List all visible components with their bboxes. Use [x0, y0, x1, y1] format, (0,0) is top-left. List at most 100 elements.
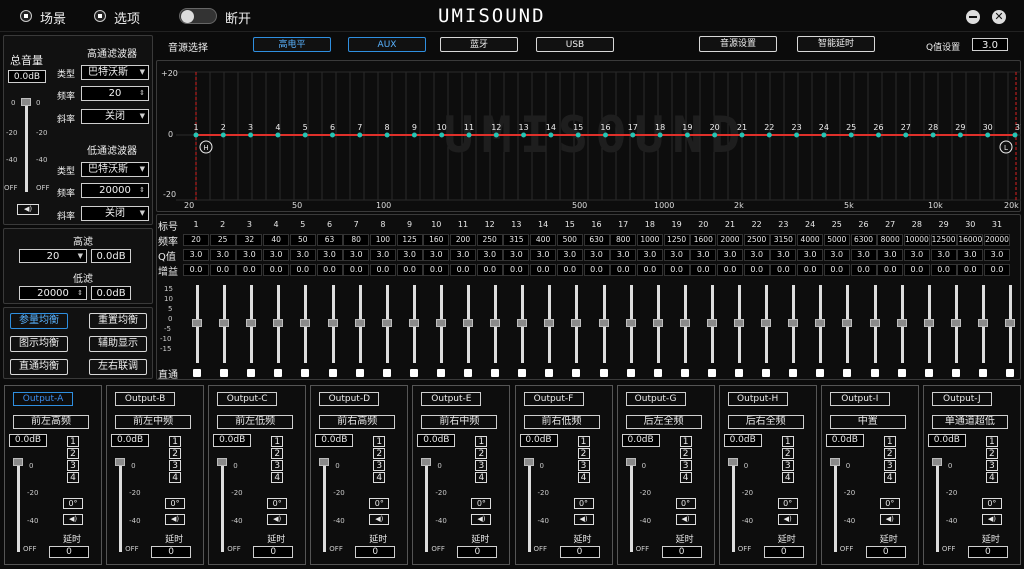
source-settings-button[interactable]: 音源设置	[699, 36, 777, 52]
eq-gain-cell[interactable]: 0.0	[183, 264, 209, 276]
low-filter-freq[interactable]: 20000 ⇕	[19, 286, 87, 300]
output-phase-button[interactable]: 0°	[981, 498, 1002, 509]
eq-q-cell[interactable]: 3.0	[209, 249, 236, 261]
output-mute-icon[interactable]: ◀)	[573, 514, 594, 525]
eq-band-point[interactable]	[739, 132, 745, 138]
output-name-button[interactable]: 中置	[829, 415, 906, 429]
eq-freq-cell[interactable]: 16000	[957, 234, 984, 246]
eq-band-point[interactable]	[712, 132, 718, 138]
eq-slider-knob[interactable]	[869, 319, 880, 327]
eq-gain-cell[interactable]: 0.0	[743, 264, 770, 276]
output-channel-1[interactable]: 1	[169, 436, 182, 447]
eq-freq-cell[interactable]: 20	[183, 234, 209, 246]
output-volume-knob[interactable]	[319, 458, 330, 466]
eq-band-point[interactable]	[575, 132, 581, 138]
output-channel-2[interactable]: 2	[985, 448, 998, 459]
output-volume-knob[interactable]	[625, 458, 636, 466]
output-gain-value[interactable]: 0.0dB	[723, 434, 762, 447]
eq-slider-knob[interactable]	[761, 319, 772, 327]
link-lr-button[interactable]: 左右联调	[89, 359, 147, 375]
eq-bypass-checkbox[interactable]	[518, 369, 527, 377]
eq-freq-cell[interactable]: 32	[236, 234, 263, 246]
eq-freq-cell[interactable]: 630	[583, 234, 610, 246]
output-channel-1[interactable]: 1	[679, 436, 692, 447]
scene-radio-icon[interactable]	[20, 10, 32, 22]
eq-band-point[interactable]	[957, 132, 963, 138]
output-volume-knob[interactable]	[829, 458, 840, 466]
connection-toggle[interactable]	[179, 8, 217, 24]
eq-q-cell[interactable]: 3.0	[663, 249, 690, 261]
output-title-button[interactable]: Output-F	[523, 392, 584, 406]
eq-band-point[interactable]	[657, 132, 663, 138]
eq-bypass-checkbox[interactable]	[355, 369, 364, 377]
eq-bypass-checkbox[interactable]	[464, 369, 472, 377]
eq-gain-cell[interactable]: 0.0	[450, 264, 476, 276]
output-name-button[interactable]: 前右高频	[319, 415, 396, 429]
eq-bypass-checkbox[interactable]	[816, 369, 825, 377]
eq-band-point[interactable]	[848, 132, 854, 138]
eq-gain-cell[interactable]: 0.0	[369, 264, 396, 276]
output-title-button[interactable]: Output-D	[319, 392, 380, 406]
output-volume-knob[interactable]	[931, 458, 942, 466]
hpf-freq-input[interactable]: 20 ⇕	[81, 86, 149, 101]
output-volume-knob[interactable]	[13, 458, 23, 466]
output-channel-3[interactable]: 3	[271, 460, 284, 471]
spinner-icon[interactable]: ⇕	[139, 184, 145, 197]
eq-bypass-checkbox[interactable]	[626, 369, 635, 377]
eq-slider-knob[interactable]	[734, 319, 744, 327]
output-channel-4[interactable]: 4	[169, 472, 182, 483]
eq-q-cell[interactable]: 3.0	[503, 249, 530, 261]
options-menu[interactable]: 选项	[114, 8, 140, 27]
scene-menu[interactable]: 场景	[40, 8, 66, 27]
eq-bypass-checkbox[interactable]	[789, 369, 798, 377]
output-channel-1[interactable]: 1	[373, 436, 386, 447]
eq-gain-cell[interactable]: 0.0	[690, 264, 717, 276]
options-radio-icon[interactable]	[94, 10, 106, 22]
eq-slider-knob[interactable]	[598, 319, 609, 327]
eq-q-cell[interactable]: 3.0	[690, 249, 717, 261]
output-delay-input[interactable]: 0	[661, 546, 702, 558]
eq-freq-cell[interactable]: 4000	[797, 234, 824, 246]
eq-q-cell[interactable]: 3.0	[770, 249, 797, 261]
output-volume-slider[interactable]	[425, 462, 429, 552]
eq-bypass-checkbox[interactable]	[572, 369, 581, 377]
eq-freq-cell[interactable]: 12500	[930, 234, 957, 246]
eq-slider-knob[interactable]	[815, 319, 826, 327]
eq-freq-cell[interactable]: 40	[263, 234, 290, 246]
eq-bypass-checkbox[interactable]	[707, 369, 716, 377]
output-gain-value[interactable]: 0.0dB	[417, 434, 456, 447]
eq-slider-knob[interactable]	[625, 319, 636, 327]
output-channel-1[interactable]: 1	[271, 436, 284, 447]
eq-freq-cell[interactable]: 2000	[717, 234, 743, 246]
output-channel-2[interactable]: 2	[475, 448, 488, 459]
output-volume-slider[interactable]	[119, 462, 123, 552]
eq-q-cell[interactable]: 3.0	[930, 249, 957, 261]
output-mute-icon[interactable]: ◀)	[981, 514, 1002, 525]
eq-freq-cell[interactable]: 50	[289, 234, 316, 246]
eq-slider-knob[interactable]	[544, 319, 555, 327]
eq-bypass-checkbox[interactable]	[843, 369, 852, 377]
eq-slider-knob[interactable]	[408, 319, 419, 327]
output-channel-4[interactable]: 4	[985, 472, 998, 483]
output-channel-4[interactable]: 4	[271, 472, 284, 483]
eq-band-point[interactable]	[439, 132, 445, 138]
eq-bypass-checkbox[interactable]	[653, 369, 662, 377]
output-channel-4[interactable]: 4	[679, 472, 692, 483]
eq-freq-cell[interactable]: 1600	[690, 234, 717, 246]
eq-freq-cell[interactable]: 800	[610, 234, 637, 246]
output-channel-3[interactable]: 3	[169, 460, 182, 471]
eq-freq-cell[interactable]: 8000	[877, 234, 904, 246]
eq-gain-cell[interactable]: 0.0	[396, 264, 423, 276]
eq-q-cell[interactable]: 3.0	[530, 249, 557, 261]
output-title-button[interactable]: Output-E	[421, 392, 482, 406]
output-name-button[interactable]: 前右中频	[421, 415, 498, 429]
eq-freq-cell[interactable]: 100	[369, 234, 396, 246]
output-channel-2[interactable]: 2	[577, 448, 590, 459]
eq-q-cell[interactable]: 3.0	[396, 249, 423, 261]
eq-band-point[interactable]	[384, 132, 390, 138]
output-mute-icon[interactable]: ◀)	[675, 514, 696, 525]
eq-gain-cell[interactable]: 0.0	[316, 264, 343, 276]
aux-display-button[interactable]: 辅助显示	[89, 336, 147, 352]
output-name-button[interactable]: 后左全频	[625, 415, 702, 429]
lpf-freq-input[interactable]: 20000 ⇕	[81, 183, 149, 198]
